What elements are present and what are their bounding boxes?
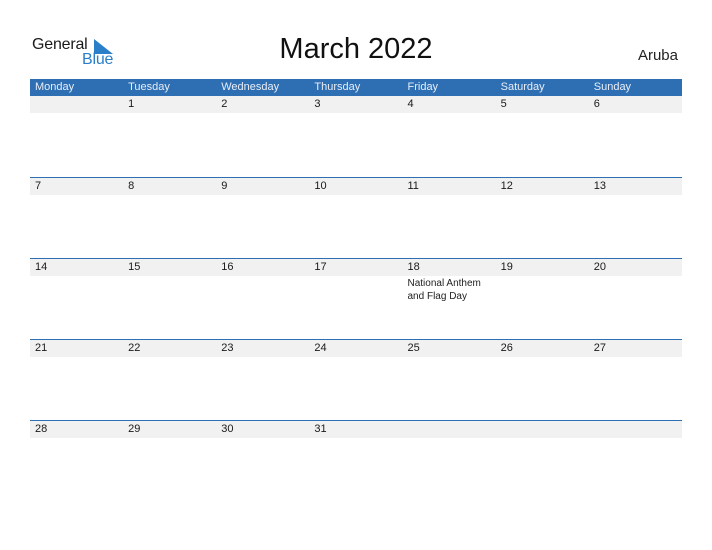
weekday-monday: Monday — [35, 81, 75, 93]
day-cell: 17 — [309, 259, 403, 339]
day-number: 30 — [216, 421, 310, 438]
day-number — [495, 421, 589, 438]
day-number: 6 — [588, 96, 682, 113]
day-number — [402, 421, 496, 438]
day-cell: 4 — [402, 96, 496, 177]
day-number: 27 — [588, 340, 682, 357]
weekday-header: Monday Tuesday Wednesday Thursday Friday… — [30, 79, 682, 96]
day-number: 20 — [588, 259, 682, 276]
day-cell: 1 — [123, 96, 217, 177]
week-row: 7 8 9 10 11 12 13 — [30, 177, 682, 258]
day-cell: 14 — [30, 259, 124, 339]
day-cell — [30, 96, 124, 177]
day-cell: 31 — [309, 421, 403, 501]
day-cell: 11 — [402, 178, 496, 258]
day-cell: 23 — [216, 340, 310, 420]
weekday-sunday: Sunday — [593, 81, 632, 93]
holiday-event: National Anthem and Flag Day — [407, 278, 481, 302]
day-number: 21 — [30, 340, 124, 357]
day-cell: 9 — [216, 178, 310, 258]
weekday-tuesday: Tuesday — [128, 81, 170, 93]
day-number: 9 — [216, 178, 310, 195]
day-cell: 15 — [123, 259, 217, 339]
weekday-thursday: Thursday — [314, 81, 361, 93]
day-cell: 13 — [588, 178, 682, 258]
day-number: 8 — [123, 178, 217, 195]
day-number: 12 — [495, 178, 589, 195]
day-cell: 26 — [495, 340, 589, 420]
day-number: 17 — [309, 259, 403, 276]
day-cell: 22 — [123, 340, 217, 420]
day-cell — [495, 421, 589, 501]
day-number: 15 — [123, 259, 217, 276]
day-number: 16 — [216, 259, 310, 276]
week-row: 28 29 30 31 — [30, 420, 682, 501]
day-cell: 19 — [495, 259, 589, 339]
page-title: March 2022 — [279, 33, 433, 65]
day-number: 13 — [588, 178, 682, 195]
day-number: 28 — [30, 421, 124, 438]
weeks-container: 1 2 3 4 5 6 7 8 9 10 11 12 13 14 15 16 17 18 National Anth… — [30, 96, 682, 501]
weekday-wednesday: Wednesday — [221, 81, 280, 93]
day-cell: 16 — [216, 259, 310, 339]
day-number: 14 — [30, 259, 124, 276]
day-cell: 12 — [495, 178, 589, 258]
day-cell: 21 — [30, 340, 124, 420]
day-cell: 24 — [309, 340, 403, 420]
day-cell: 7 — [30, 178, 124, 258]
day-cell: 6 — [588, 96, 682, 177]
day-number: 25 — [402, 340, 496, 357]
week-row: 14 15 16 17 18 National Anthem and Flag Day 19… — [30, 258, 682, 339]
weekday-saturday: Saturday — [500, 81, 545, 93]
calendar-grid: Monday Tuesday Wednesday Thursday Friday… — [30, 79, 682, 501]
day-cell: 5 — [495, 96, 589, 177]
day-number: 18 — [402, 259, 496, 276]
weekday-friday: Friday — [407, 81, 439, 93]
day-number: 22 — [123, 340, 217, 357]
week-row: 123456 — [30, 96, 682, 177]
day-number: 4 — [402, 96, 496, 113]
day-number: 2 — [216, 96, 310, 113]
day-number: 10 — [309, 178, 403, 195]
day-number: 11 — [402, 178, 496, 195]
day-cell: 8 — [123, 178, 217, 258]
day-cell — [402, 421, 496, 501]
day-cell: 10 — [309, 178, 403, 258]
country-label: Aruba — [637, 47, 678, 64]
day-number: 3 — [309, 96, 403, 113]
day-cell: 29 — [123, 421, 217, 501]
day-cell — [588, 421, 682, 501]
day-cell: 2 — [216, 96, 310, 177]
day-cell: 25 — [402, 340, 496, 420]
day-cell: 3 — [309, 96, 403, 177]
day-number: 31 — [309, 421, 403, 438]
day-cell: 28 — [30, 421, 124, 501]
day-number: 5 — [495, 96, 589, 113]
day-number: 7 — [30, 178, 124, 195]
day-number: 24 — [309, 340, 403, 357]
day-number: 29 — [123, 421, 217, 438]
week-row: 21 22 23 24 25 26 27 — [30, 339, 682, 420]
day-number: 26 — [495, 340, 589, 357]
day-number: 23 — [216, 340, 310, 357]
day-number — [588, 421, 682, 438]
day-number: 1 — [123, 96, 217, 113]
day-cell: 27 — [588, 340, 682, 420]
day-cell: 30 — [216, 421, 310, 501]
day-number: 19 — [495, 259, 589, 276]
day-cell: 20 — [588, 259, 682, 339]
day-cell: 18 National Anthem and Flag Day — [402, 259, 496, 339]
day-number — [30, 96, 124, 113]
